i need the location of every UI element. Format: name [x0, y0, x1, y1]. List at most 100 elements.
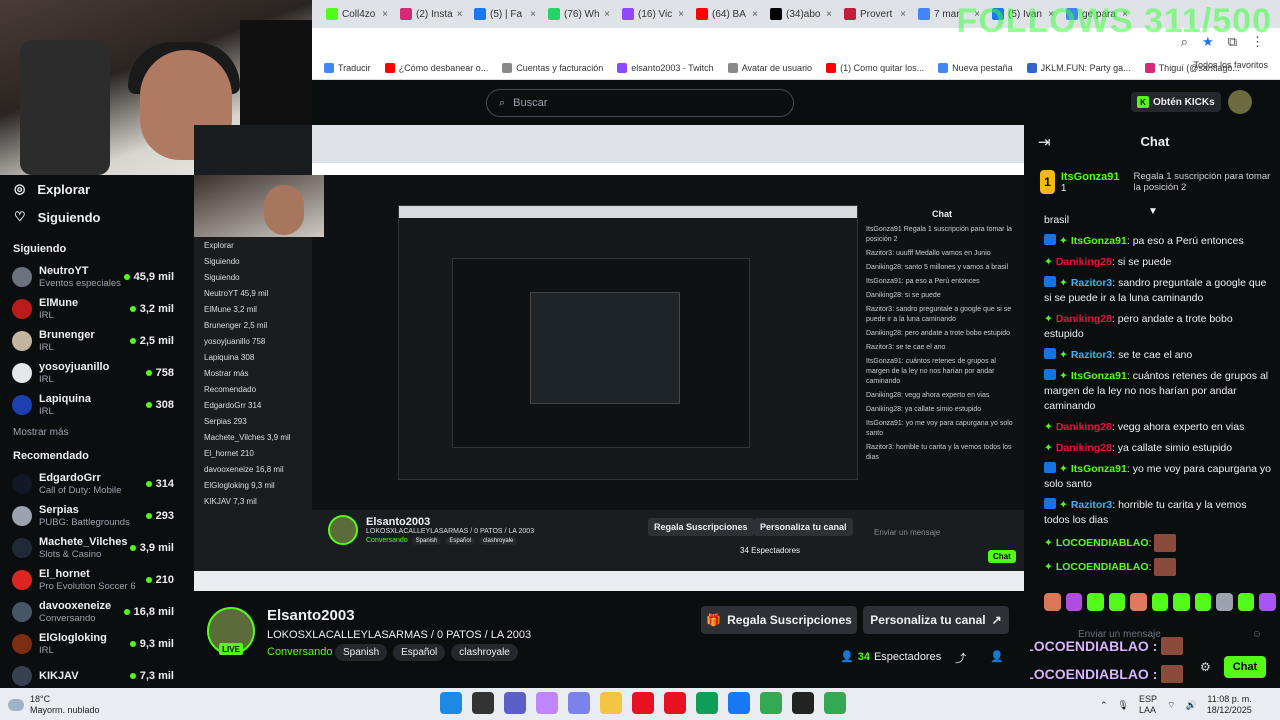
emote-icon[interactable] — [1237, 593, 1255, 611]
sidebar-channel[interactable]: Machete_Vilches Slots & Casino 3,9 mil — [0, 532, 194, 564]
stream-category[interactable]: Conversando — [267, 646, 332, 658]
get-kicks-button[interactable]: K Obtén KICKs — [1131, 92, 1221, 112]
sidebar-channel[interactable]: EdgardoGrr Call of Duty: Mobile 314 — [0, 468, 194, 500]
chat-settings-icon[interactable]: ⚙ — [1200, 660, 1211, 674]
sidebar-channel[interactable]: El_hornet Pro Evolution Soccer 6 210 — [0, 564, 194, 596]
sidebar-channel[interactable]: Brunenger IRL 2,5 mil — [0, 325, 194, 357]
file-explorer-icon[interactable] — [600, 692, 622, 714]
opera-gx-icon[interactable] — [664, 692, 686, 714]
bookmark[interactable]: ¿Cómo desbanear o... — [384, 62, 488, 73]
chat-username[interactable]: LOCOENDIABLAO — [1056, 537, 1149, 549]
windows-start-icon[interactable] — [440, 692, 462, 714]
sidebar-channel[interactable]: ElMune IRL 3,2 mil — [0, 293, 194, 325]
task-view-icon[interactable] — [472, 692, 494, 714]
channel-name: ElGlogloking — [39, 631, 107, 644]
browser-tab[interactable]: (5) | Fa × — [470, 3, 540, 25]
emote-icon[interactable] — [1065, 593, 1083, 611]
sidebar-channel[interactable]: davooxeneize Conversando 16,8 mil — [0, 596, 194, 628]
chat-username[interactable]: Daniking28 — [1056, 421, 1112, 433]
copilot-icon[interactable] — [536, 692, 558, 714]
bookmark[interactable]: Avatar de usuario — [727, 62, 812, 73]
chat-username[interactable]: Razitor3 — [1071, 499, 1112, 511]
opera-icon[interactable] — [632, 692, 654, 714]
chat-username[interactable]: Daniking28 — [1056, 256, 1112, 268]
chat-username[interactable]: ItsGonza91 — [1071, 463, 1127, 475]
clock[interactable]: 11:08 p. m. 18/12/2025 — [1207, 694, 1252, 716]
emote-icon[interactable] — [1108, 593, 1126, 611]
browser-tab[interactable]: (16) Vic × — [618, 3, 688, 25]
browser-tab[interactable]: Coll4zo × — [322, 3, 392, 25]
gift-subs-button[interactable]: 🎁 Regala Suscripciones — [701, 606, 857, 634]
chat-username[interactable]: Razitor3 — [1071, 277, 1112, 289]
chat-username[interactable]: Razitor3 — [1071, 349, 1112, 361]
chat-username[interactable]: Daniking28 — [1056, 442, 1112, 454]
bookmark-favicon-icon — [502, 62, 513, 73]
emote-icon[interactable] — [1173, 593, 1190, 611]
bookmark[interactable]: elsanto2003 - Twitch — [617, 62, 714, 73]
emote-icon[interactable] — [1087, 593, 1104, 611]
obs-icon[interactable] — [792, 692, 814, 714]
mic-icon[interactable]: 🎙 — [1118, 700, 1129, 711]
sidebar-channel[interactable]: NeutroYT Eventos especiales 45,9 mil — [0, 261, 194, 293]
chat-username[interactable]: ItsGonza91 — [1071, 370, 1127, 382]
chat-username[interactable]: ItsGonza91 — [1071, 235, 1127, 247]
chat-username[interactable]: Daniking28 — [1056, 313, 1112, 325]
nav-explorar[interactable]: ◎ Explorar — [0, 175, 194, 203]
pinned-gifter[interactable]: 1 ItsGonza91 1 Regala 1 suscripción para… — [1040, 160, 1276, 204]
tag[interactable]: clashroyale — [451, 644, 518, 661]
browser-tab[interactable]: (76) Wh × — [544, 3, 614, 25]
close-icon[interactable]: × — [457, 9, 463, 20]
browser-tab[interactable]: (2) Insta × — [396, 3, 466, 25]
sidebar-channel[interactable]: yosoyjuanillo IRL 758 — [0, 357, 194, 389]
search-input[interactable]: ⌕ Buscar — [486, 89, 794, 117]
weather-widget[interactable]: 18°C Mayorm. nublado — [8, 694, 100, 716]
chat-send-button[interactable]: Chat — [1224, 656, 1266, 678]
close-icon[interactable]: × — [826, 9, 832, 20]
bookmark[interactable]: Cuentas y facturación — [502, 62, 603, 73]
chrome-icon[interactable] — [760, 692, 782, 714]
wifi-icon[interactable]: ⌔ — [1167, 700, 1175, 711]
emoji-icon[interactable]: ☺ — [1252, 629, 1262, 640]
chevron-up-icon[interactable]: ⌃ — [1100, 700, 1108, 711]
chat-username[interactable]: LOCOENDIABLAO — [1056, 561, 1149, 573]
close-icon[interactable]: × — [530, 9, 536, 20]
close-icon[interactable]: × — [604, 9, 610, 20]
emote-icon[interactable] — [1130, 593, 1147, 611]
customize-channel-button[interactable]: Personaliza tu canal ↗ — [863, 606, 1009, 634]
close-icon[interactable]: × — [382, 9, 388, 20]
teams-icon[interactable] — [568, 692, 590, 714]
close-icon[interactable]: × — [900, 9, 906, 20]
volume-icon[interactable]: 🔊 — [1185, 700, 1196, 711]
emote-icon[interactable] — [1044, 593, 1061, 611]
tag[interactable]: Spanish — [335, 644, 388, 661]
bookmark[interactable]: Nueva pestaña — [938, 62, 1013, 73]
channel-name[interactable]: Elsanto2003 — [267, 607, 355, 624]
sidebar-channel[interactable]: Lapiquina IRL 308 — [0, 389, 194, 421]
facebook-icon[interactable] — [728, 692, 750, 714]
sidebar-channel[interactable]: Serpias PUBG: Battlegrounds 293 — [0, 500, 194, 532]
emote-icon[interactable] — [1259, 593, 1277, 611]
nested-sidebar-row: ElGlogloking 9,3 mil — [204, 480, 275, 490]
browser-tab[interactable]: (34)abo × — [766, 3, 836, 25]
chrome-icon[interactable] — [824, 692, 846, 714]
nav-siguiendo[interactable]: ♡ Siguiendo — [0, 203, 194, 231]
emote-icon[interactable] — [1216, 593, 1233, 611]
all-favorites[interactable]: Todos los favoritos — [1193, 60, 1268, 70]
browser-tab[interactable]: (64) BA × — [692, 3, 762, 25]
emote-icon[interactable] — [1151, 593, 1169, 611]
tag[interactable]: Español — [393, 644, 446, 661]
chat-app-icon[interactable] — [504, 692, 526, 714]
sidebar-channel[interactable]: ElGlogloking IRL 9,3 mil — [0, 628, 194, 660]
show-more-link[interactable]: Mostrar más — [0, 427, 194, 438]
close-icon[interactable]: × — [752, 9, 758, 20]
share-icon[interactable]: ⤴ — [955, 650, 966, 666]
emote-icon[interactable] — [1194, 593, 1212, 611]
bookmark[interactable]: JKLM.FUN: Party ga... — [1026, 62, 1131, 73]
close-icon[interactable]: × — [678, 9, 684, 20]
store-icon[interactable] — [696, 692, 718, 714]
bookmark[interactable]: (1) Como quitar los... — [826, 62, 924, 73]
bookmark[interactable]: Traducir — [324, 62, 371, 73]
user-avatar[interactable] — [1228, 90, 1252, 114]
follow-icon[interactable]: 👤 — [990, 650, 1004, 663]
browser-tab[interactable]: Provert × — [840, 3, 910, 25]
